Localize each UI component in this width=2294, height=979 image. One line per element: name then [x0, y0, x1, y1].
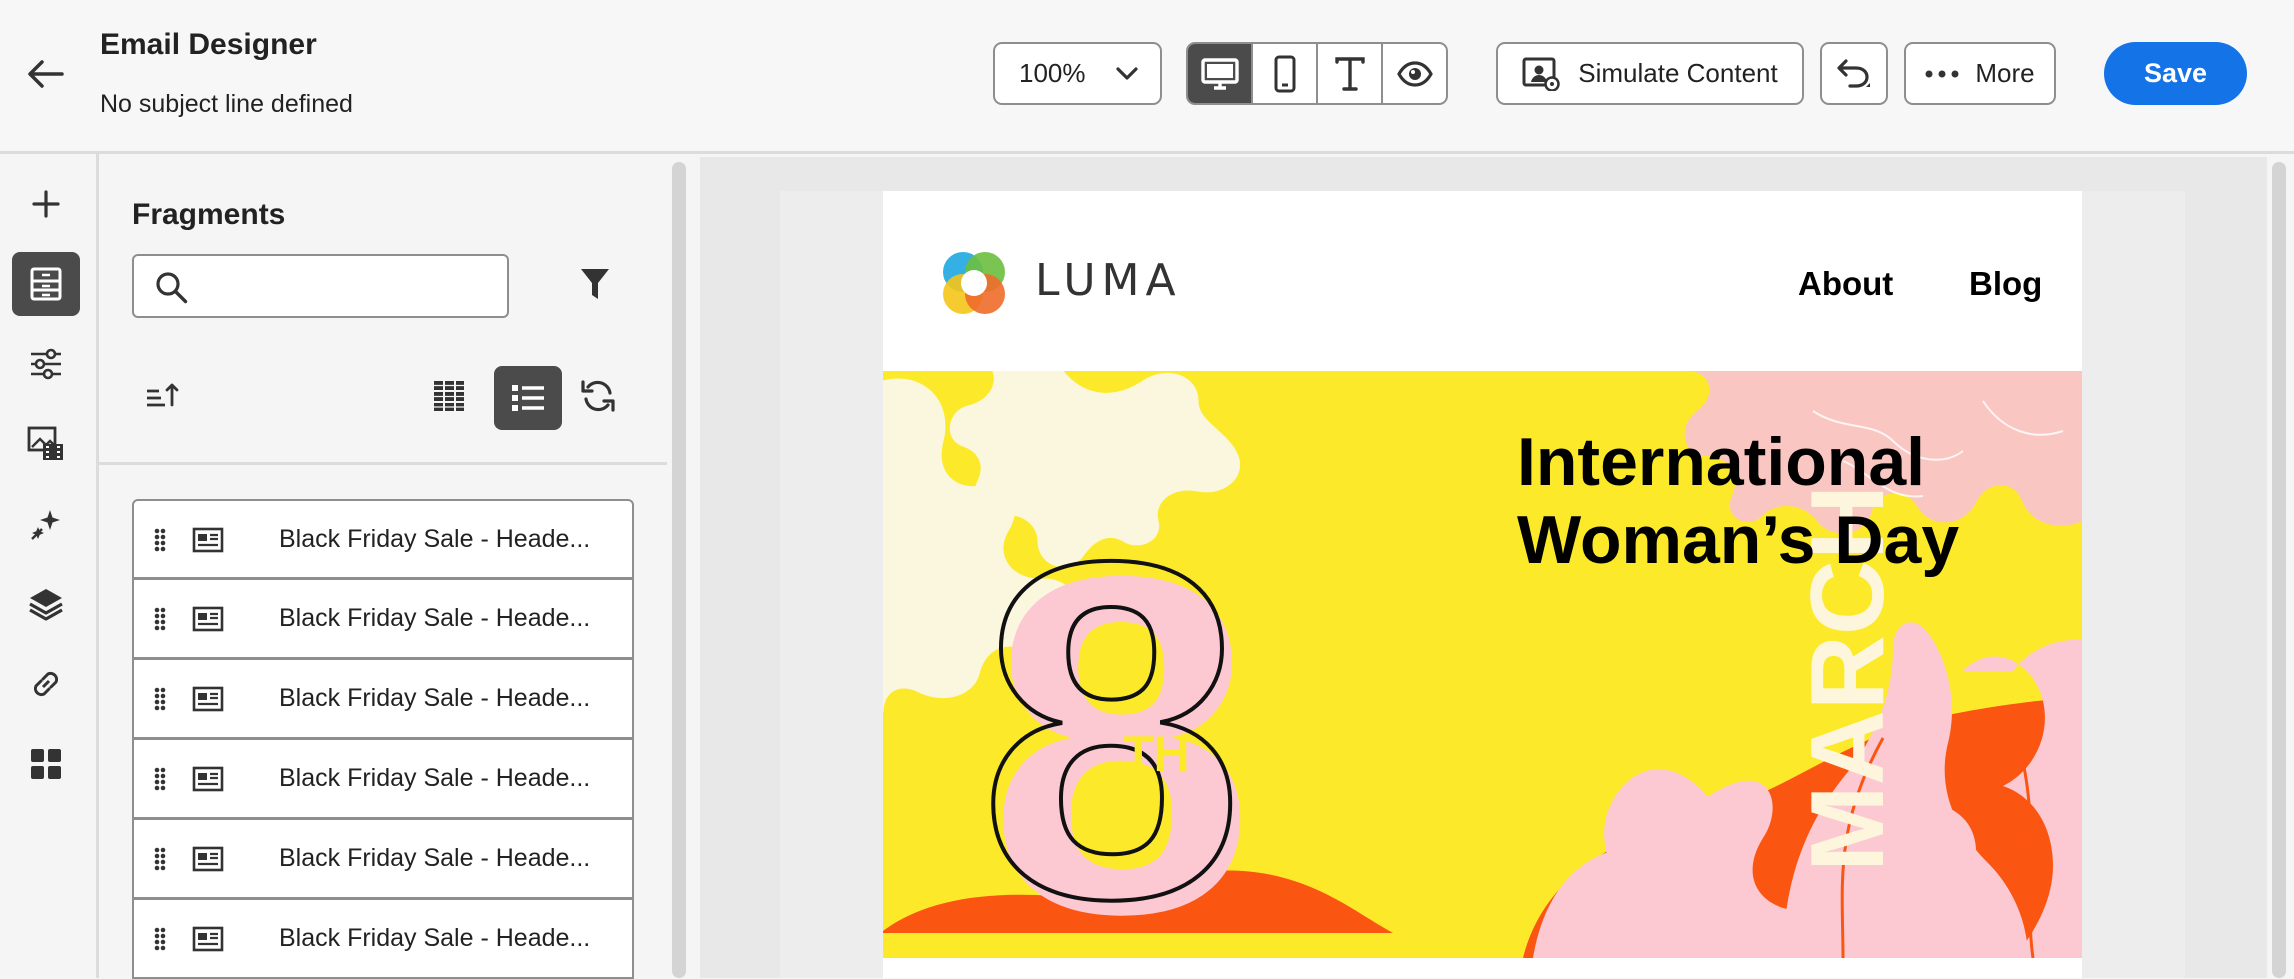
- fragment-item[interactable]: Black Friday Sale - Heade...: [132, 579, 634, 659]
- undo-icon: [1837, 58, 1870, 88]
- hero-headline: International Woman’s Day: [1517, 424, 1960, 578]
- sort-button[interactable]: [145, 382, 179, 413]
- zoom-dropdown[interactable]: 100%: [993, 42, 1162, 105]
- fragment-label: Black Friday Sale - Heade...: [279, 524, 591, 553]
- nav-about-link[interactable]: About: [1798, 265, 1893, 303]
- settings-tool-button[interactable]: [12, 332, 80, 396]
- fragment-label: Black Friday Sale - Heade...: [279, 684, 591, 712]
- fragment-icon: [192, 926, 224, 952]
- layers-icon: [29, 589, 63, 621]
- view-mode-group: [1186, 42, 1448, 105]
- fragment-label: Black Friday Sale - Heade...: [279, 764, 591, 792]
- fragments-panel: Fragments Black Friday Sale - Heade... B…: [99, 154, 667, 979]
- preview-icon: [1396, 60, 1433, 87]
- fragment-icon: [192, 766, 224, 792]
- drag-handle-icon[interactable]: [154, 528, 166, 552]
- fragment-icon: [192, 846, 224, 872]
- email-content: LUMA About Blog 8 8 TH MARCH Internation…: [883, 191, 2082, 978]
- svg-text:8: 8: [978, 461, 1245, 958]
- drag-handle-icon[interactable]: [154, 847, 166, 871]
- plus-icon: [32, 190, 60, 218]
- fragment-search-box[interactable]: [132, 254, 509, 318]
- text-icon: [1334, 56, 1365, 91]
- drag-handle-icon[interactable]: [154, 927, 166, 951]
- ellipsis-icon: [1925, 70, 1959, 77]
- components-tool-button[interactable]: [12, 732, 80, 796]
- sort-icon: [147, 383, 179, 407]
- link-icon: [33, 671, 59, 697]
- top-bar: Email Designer No subject line defined 1…: [0, 0, 2294, 154]
- fragment-search-input[interactable]: [204, 266, 498, 308]
- mobile-icon: [1274, 55, 1295, 92]
- desktop-icon: [1200, 57, 1239, 90]
- layers-tool-button[interactable]: [12, 572, 80, 636]
- luma-logo-icon: [943, 252, 1005, 314]
- links-tool-button[interactable]: [12, 652, 80, 716]
- fragment-item[interactable]: Black Friday Sale - Heade...: [132, 659, 634, 739]
- more-button[interactable]: More: [1904, 42, 2056, 105]
- brand-name: LUMA: [1035, 255, 1182, 306]
- assets-tool-button[interactable]: [12, 412, 80, 476]
- preview-button[interactable]: [1383, 44, 1446, 103]
- save-button[interactable]: Save: [2104, 42, 2247, 105]
- chevron-down-icon: [1116, 66, 1138, 80]
- fragment-item[interactable]: Black Friday Sale - Heade...: [132, 739, 634, 819]
- drag-handle-icon[interactable]: [154, 687, 166, 711]
- search-icon: [156, 272, 188, 304]
- app-title: Email Designer: [100, 28, 317, 61]
- panel-scrollbar[interactable]: [672, 162, 686, 978]
- refresh-icon: [581, 380, 615, 412]
- nav-blog-link[interactable]: Blog: [1969, 265, 2042, 303]
- add-components-button[interactable]: [12, 172, 80, 236]
- simulate-content-button[interactable]: Simulate Content: [1496, 42, 1804, 105]
- fragment-item[interactable]: Black Friday Sale - Heade...: [132, 499, 634, 579]
- fragment-icon: [192, 686, 224, 712]
- list-view-button[interactable]: [494, 366, 562, 430]
- grid-view-icon: [434, 381, 464, 411]
- fragments-icon: [30, 267, 62, 301]
- filter-button[interactable]: [579, 266, 611, 307]
- panel-title: Fragments: [132, 198, 286, 231]
- fragment-item[interactable]: Black Friday Sale - Heade...: [132, 819, 634, 899]
- mobile-view-button[interactable]: [1253, 44, 1318, 103]
- left-tool-rail: [0, 154, 99, 978]
- email-body-wrapper: LUMA About Blog 8 8 TH MARCH Internation…: [780, 191, 2185, 978]
- hero-banner[interactable]: 8 8 TH MARCH International Woman’s Day: [883, 371, 2082, 958]
- fragment-icon: [192, 606, 224, 632]
- simulate-icon: [1522, 57, 1561, 91]
- zoom-value: 100%: [1019, 58, 1086, 88]
- fragment-label: Black Friday Sale - Heade...: [279, 604, 591, 632]
- filter-icon: [581, 269, 609, 299]
- desktop-view-button[interactable]: [1188, 44, 1253, 103]
- simulate-label: Simulate Content: [1578, 58, 1778, 88]
- drag-handle-icon[interactable]: [154, 607, 166, 631]
- undo-button[interactable]: [1820, 42, 1888, 105]
- fragment-label: Black Friday Sale - Heade...: [279, 924, 591, 952]
- assets-icon: [27, 426, 63, 460]
- hero-ordinal: TH: [1123, 726, 1190, 782]
- back-arrow-icon[interactable]: [22, 50, 70, 98]
- email-canvas: LUMA About Blog 8 8 TH MARCH Internation…: [700, 157, 2267, 978]
- ai-assistant-button[interactable]: [12, 492, 80, 556]
- fragment-icon: [192, 527, 224, 553]
- grid-view-button[interactable]: [432, 379, 466, 418]
- fragments-tool-button[interactable]: [12, 252, 80, 316]
- drag-handle-icon[interactable]: [154, 767, 166, 791]
- refresh-button[interactable]: [580, 378, 616, 419]
- panel-divider: [99, 462, 667, 465]
- components-icon: [31, 749, 61, 779]
- ai-sparkle-icon: [31, 510, 60, 540]
- list-view-icon: [512, 385, 544, 411]
- fragment-list: Black Friday Sale - Heade... Black Frida…: [132, 499, 634, 979]
- text-view-button[interactable]: [1318, 44, 1383, 103]
- more-label: More: [1975, 58, 2035, 88]
- canvas-scrollbar[interactable]: [2272, 162, 2286, 978]
- settings-sliders-icon: [31, 348, 61, 380]
- fragment-item[interactable]: Black Friday Sale - Heade...: [132, 899, 634, 979]
- fragment-label: Black Friday Sale - Heade...: [279, 844, 591, 872]
- subject-line[interactable]: No subject line defined: [100, 90, 353, 119]
